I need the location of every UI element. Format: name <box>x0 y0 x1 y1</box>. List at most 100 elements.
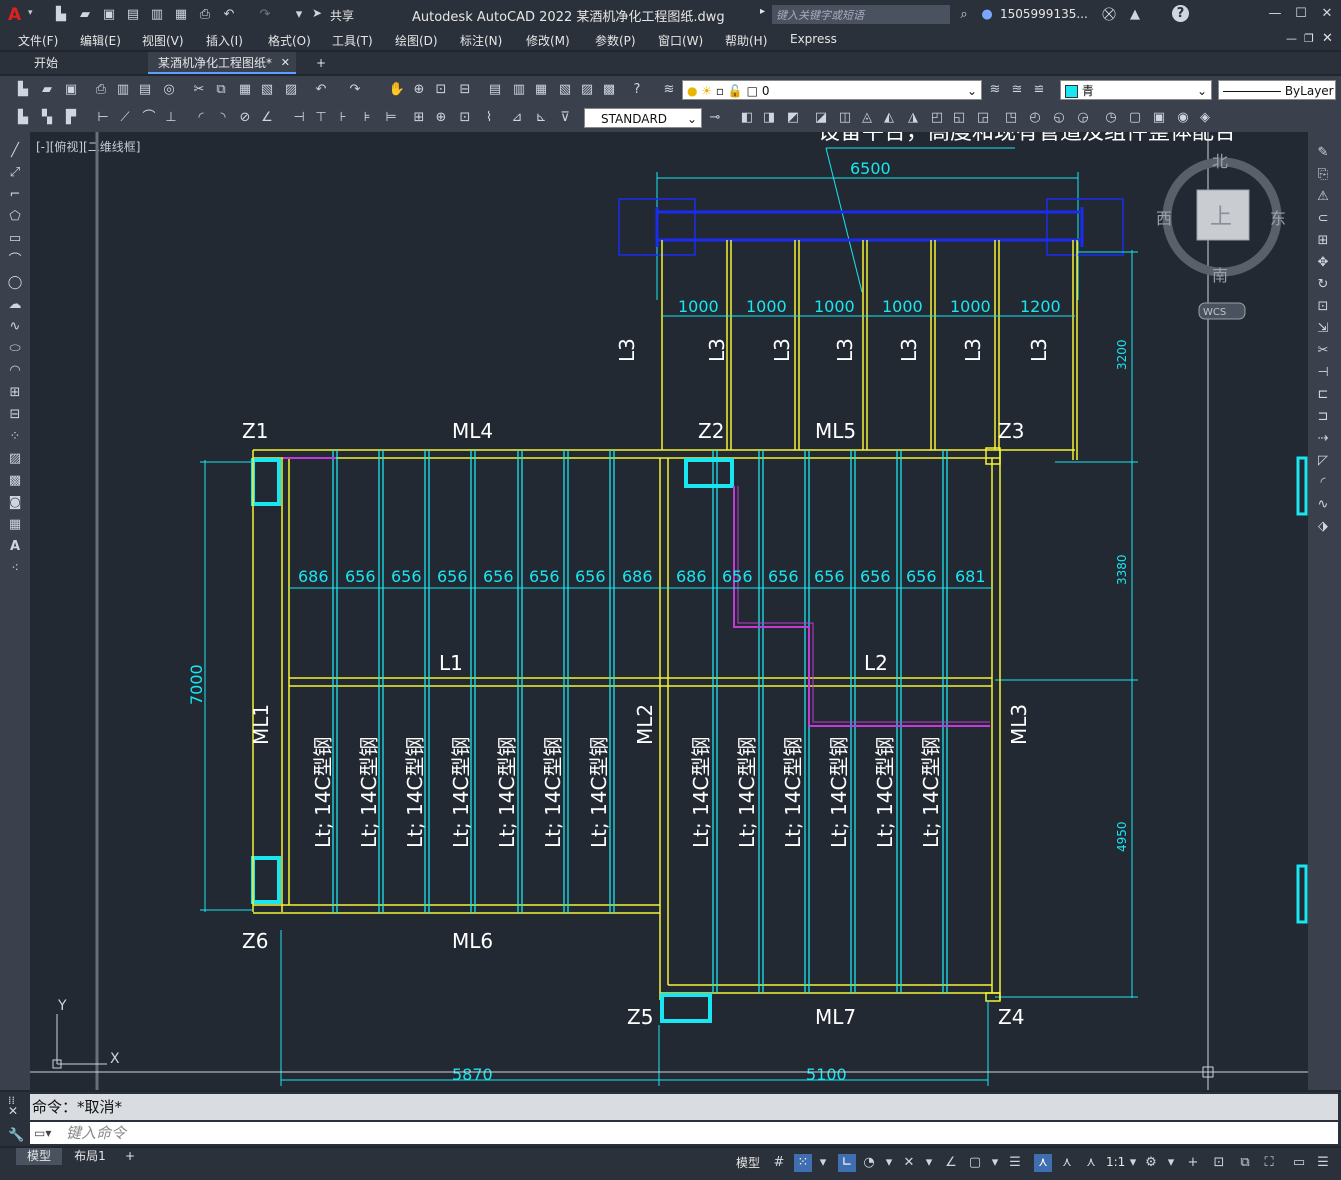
open-icon[interactable]: ▰ <box>38 81 56 99</box>
layout-tab-model[interactable]: 模型 <box>16 1148 62 1165</box>
stretch-icon[interactable]: ⇲ <box>1314 320 1332 338</box>
lineweight-icon[interactable]: ☰ <box>1006 1154 1024 1172</box>
redo-icon[interactable]: ↷ <box>256 6 274 24</box>
search-expand-icon[interactable]: ▸ <box>760 6 765 17</box>
hardware-acceleration-icon[interactable]: ⧉ <box>1236 1154 1254 1172</box>
zoom-realtime-icon[interactable]: ⊕ <box>410 81 428 99</box>
menu-format[interactable]: 格式(O) <box>268 32 311 49</box>
dim-angular-icon[interactable]: ∠ <box>258 109 276 127</box>
quick-access-chevron-icon[interactable]: ▾ <box>290 6 308 24</box>
center-mark-icon[interactable]: ⊕ <box>432 109 450 127</box>
jogged-linear-icon[interactable]: ⌇ <box>480 109 498 127</box>
osnap-tracking-icon[interactable]: ∠ <box>942 1154 960 1172</box>
match-prop-icon[interactable]: ▧ <box>258 81 276 99</box>
rectangle-icon[interactable]: ▭ <box>6 230 24 248</box>
isolate-objects-icon[interactable]: ⊡ <box>1210 1154 1228 1172</box>
rotate-icon[interactable]: ↻ <box>1314 276 1332 294</box>
drawing-canvas[interactable]: [-][俯视][二维线框] 设备平台，高度和现有管道及组件整体配合 6500 1… <box>30 132 1308 1090</box>
spline-icon[interactable]: ∿ <box>6 318 24 336</box>
cut-icon[interactable]: ✂ <box>190 81 208 99</box>
blend-icon[interactable]: ∿ <box>1314 496 1332 514</box>
mirror-icon[interactable]: ⚠ <box>1314 188 1332 206</box>
preview-icon[interactable]: ▥ <box>114 81 132 99</box>
extend-icon[interactable]: ⊣ <box>1314 364 1332 382</box>
array-icon[interactable]: ⊞ <box>1314 232 1332 250</box>
dimstyle-dropdown[interactable]: STANDARD ⌄ <box>584 108 702 128</box>
intersect-icon[interactable]: ◩ <box>784 109 802 127</box>
redo-toolbar-icon[interactable]: ↷ <box>346 81 364 99</box>
quick-dim-icon[interactable]: ⊣ <box>290 109 308 127</box>
new-file-icon[interactable]: ▙ <box>52 6 70 24</box>
ellipse-arc-icon[interactable]: ◠ <box>6 362 24 380</box>
polar-chevron-icon[interactable]: ▾ <box>880 1154 898 1172</box>
menu-express[interactable]: Express <box>790 32 837 46</box>
circle-icon[interactable]: ◯ <box>6 274 24 292</box>
grid-icon[interactable]: # <box>770 1154 788 1172</box>
viewcube-north[interactable]: 北 <box>1212 152 1228 171</box>
block-editor-icon[interactable]: ▨ <box>282 81 300 99</box>
fullscreen-icon[interactable]: ▭ <box>1290 1154 1308 1172</box>
viewcube-west[interactable]: 西 <box>1156 209 1172 228</box>
table-icon[interactable]: ▦ <box>6 516 24 534</box>
dim-update-icon[interactable]: ⊽ <box>556 109 574 127</box>
menu-tools[interactable]: 工具(T) <box>332 32 373 49</box>
menu-draw[interactable]: 绘图(D) <box>395 32 438 49</box>
linetype-dropdown[interactable]: ByLayer <box>1218 80 1336 100</box>
add-selected-icon[interactable]: ⁖ <box>6 560 24 578</box>
presspull-icon[interactable]: ◷ <box>1102 109 1120 127</box>
viewcube-south[interactable]: 南 <box>1212 266 1228 285</box>
3d-scale-icon[interactable]: ◭ <box>880 109 898 127</box>
scale-chevron-icon[interactable]: ▾ <box>1124 1154 1142 1172</box>
make-layer-current-icon[interactable]: ▚ <box>38 109 56 127</box>
chamfer-icon[interactable]: ◸ <box>1314 452 1332 470</box>
hatch-icon[interactable]: ▨ <box>6 450 24 468</box>
gradient-icon[interactable]: ▩ <box>6 472 24 490</box>
menu-edit[interactable]: 编辑(E) <box>80 32 121 49</box>
plot-icon[interactable]: ▦ <box>172 6 190 24</box>
dimstyle-icon[interactable]: ⊸ <box>706 109 724 127</box>
3d-array-icon[interactable]: ◰ <box>928 109 946 127</box>
annotation-visibility-icon[interactable]: ⋏ <box>1034 1154 1052 1172</box>
design-center-icon[interactable]: ▥ <box>510 81 528 99</box>
tab-start[interactable]: 开始 <box>24 52 68 74</box>
dim-linear-icon[interactable]: ⊢ <box>94 109 112 127</box>
3d-mirror-icon[interactable]: ◮ <box>904 109 922 127</box>
help-toolbar-icon[interactable]: ? <box>628 81 646 99</box>
recent-commands-icon[interactable]: ▭▾ <box>34 1122 51 1144</box>
menu-modify[interactable]: 修改(M) <box>526 32 570 49</box>
annotation-scale-value[interactable]: 1:1 <box>1106 1155 1125 1169</box>
print-icon[interactable]: ⎙ <box>196 6 214 24</box>
menu-file[interactable]: 文件(F) <box>18 32 58 49</box>
qsave-icon[interactable]: ▣ <box>62 81 80 99</box>
pan-icon[interactable]: ✋ <box>388 81 406 99</box>
layer-manager-icon[interactable]: ≋ <box>660 81 678 99</box>
dim-aligned-icon[interactable]: ⟋ <box>116 109 134 127</box>
save-as-icon[interactable]: ▤ <box>124 6 142 24</box>
open-file-icon[interactable]: ▰ <box>76 6 94 24</box>
doc-restore-icon[interactable]: ❐ <box>1304 32 1314 45</box>
tab-drawing[interactable]: 某酒机净化工程图纸* ✕ <box>148 52 296 74</box>
layout-tab-layout1[interactable]: 布局1 <box>66 1148 114 1165</box>
erase-icon[interactable]: ✎ <box>1314 144 1332 162</box>
dim-text-edit-icon[interactable]: ⊾ <box>532 109 550 127</box>
undo-icon[interactable]: ↶ <box>220 6 238 24</box>
point-icon[interactable]: ⁘ <box>6 428 24 446</box>
dim-baseline-icon[interactable]: ⊤ <box>312 109 330 127</box>
zoom-window-icon[interactable]: ⊡ <box>432 81 450 99</box>
markup-icon[interactable]: ▨ <box>578 81 596 99</box>
tolerance-icon[interactable]: ⊞ <box>410 109 428 127</box>
customization-menu-icon[interactable]: ☰ <box>1314 1154 1332 1172</box>
menu-parametric[interactable]: 参数(P) <box>595 32 636 49</box>
ellipse-icon[interactable]: ⬭ <box>6 340 24 358</box>
dim-diameter-icon[interactable]: ⊘ <box>236 109 254 127</box>
layer-iso-icon[interactable]: ▛ <box>62 109 80 127</box>
workspace-gear-icon[interactable]: ⚙ <box>1142 1154 1160 1172</box>
ortho-icon[interactable]: ∟ <box>838 1154 856 1172</box>
line-icon[interactable]: ╱ <box>6 142 24 160</box>
region-icon[interactable]: ◙ <box>6 494 24 512</box>
publish-toolbar-icon[interactable]: ▤ <box>136 81 154 99</box>
doc-close-icon[interactable]: ✕ <box>1322 31 1333 46</box>
zoom-previous-icon[interactable]: ⊟ <box>456 81 474 99</box>
undo-toolbar-icon[interactable]: ↶ <box>312 81 330 99</box>
loft-icon[interactable]: ◶ <box>1074 109 1092 127</box>
